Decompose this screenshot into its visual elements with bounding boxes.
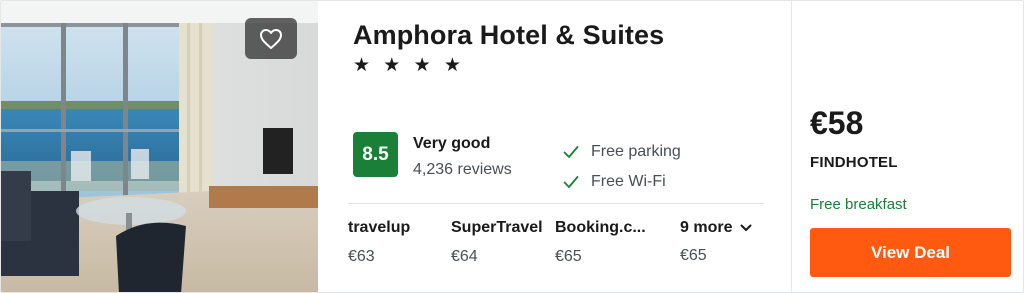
provider-offer[interactable]: Booking.c... €65	[555, 219, 646, 266]
check-icon	[563, 145, 583, 159]
deal-perk: Free breakfast	[810, 196, 907, 213]
hotel-photo[interactable]	[1, 1, 318, 292]
view-deal-button[interactable]: View Deal	[810, 228, 1011, 277]
rating-label: Very good	[413, 135, 491, 152]
more-providers[interactable]: 9 more €65	[680, 214, 752, 265]
amenity-label: Free parking	[591, 143, 681, 160]
amenities-list: Free parking Free Wi-Fi	[563, 137, 681, 197]
amenity-item: Free Wi-Fi	[563, 167, 681, 197]
more-providers-button[interactable]: 9 more	[680, 219, 752, 237]
provider-prices: travelup €63 SuperTravel €64 Booking.c..…	[348, 219, 768, 279]
divider	[348, 203, 764, 204]
provider-offer[interactable]: travelup €63	[348, 219, 410, 266]
deal-provider: FINDHOTEL	[810, 154, 898, 171]
best-deal: €58 FINDHOTEL Free breakfast View Deal	[792, 1, 1023, 292]
deal-price[interactable]: €58	[810, 105, 863, 142]
favorite-button[interactable]	[245, 18, 297, 59]
provider-name: Booking.c...	[555, 219, 646, 236]
provider-name: SuperTravel	[451, 219, 543, 236]
heart-outline-icon	[260, 28, 282, 49]
review-count[interactable]: 4,236 reviews	[413, 161, 512, 179]
rating-score-badge: 8.5	[353, 132, 398, 177]
provider-name: travelup	[348, 219, 411, 236]
chevron-down-icon	[740, 224, 752, 232]
hotel-result-card[interactable]: Amphora Hotel & Suites ★ ★ ★ ★ 8.5 Very …	[0, 0, 1024, 293]
amenity-label: Free Wi-Fi	[591, 173, 666, 190]
hotel-info: Amphora Hotel & Suites ★ ★ ★ ★ 8.5 Very …	[318, 1, 792, 292]
more-providers-label: 9 more	[680, 219, 733, 236]
more-providers-price: €65	[680, 247, 707, 264]
hotel-name[interactable]: Amphora Hotel & Suites	[353, 20, 664, 51]
amenity-item: Free parking	[563, 137, 681, 167]
check-icon	[563, 175, 583, 189]
provider-price: €63	[348, 248, 375, 265]
provider-price: €64	[451, 248, 478, 265]
provider-offer[interactable]: SuperTravel €64	[451, 219, 543, 266]
provider-price: €65	[555, 248, 582, 265]
star-rating: ★ ★ ★ ★	[353, 55, 465, 76]
